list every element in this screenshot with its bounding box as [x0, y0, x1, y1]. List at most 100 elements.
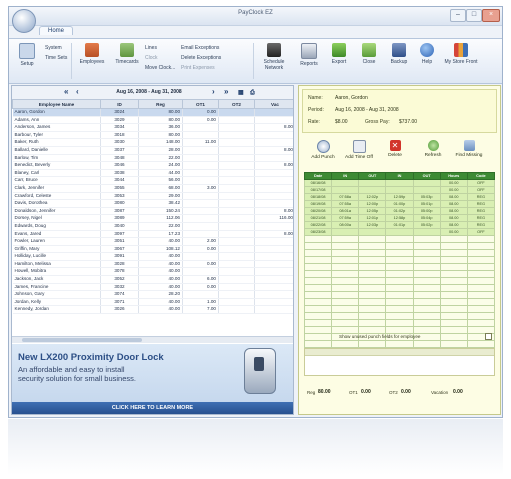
punch-cell[interactable] [358, 235, 387, 243]
punch-cell[interactable] [385, 179, 414, 187]
punch-cell[interactable] [303, 340, 333, 348]
backup-button[interactable]: Backup [385, 43, 413, 65]
punch-cell[interactable]: REG [466, 193, 496, 201]
punch-cell[interactable] [358, 298, 387, 306]
punch-cell[interactable] [439, 277, 468, 285]
punch-cell[interactable] [439, 235, 468, 243]
punch-cell[interactable]: 08/23/08 [303, 228, 333, 236]
column-header[interactable]: OT1 [182, 99, 219, 109]
show-unused-fields-checkbox[interactable] [485, 333, 492, 340]
punch-cell[interactable] [303, 319, 333, 327]
punch-cell[interactable]: 08.00 [439, 193, 468, 201]
punch-cell[interactable] [385, 340, 414, 348]
punch-cell[interactable] [385, 319, 414, 327]
punch-cell[interactable] [466, 340, 496, 348]
minimize-button[interactable]: – [450, 9, 466, 22]
punch-cell[interactable] [331, 235, 360, 243]
maximize-button[interactable]: □ [466, 9, 482, 22]
punch-cell[interactable] [412, 228, 441, 236]
punch-cell[interactable]: 08.00 [439, 207, 468, 215]
punch-cell[interactable] [303, 263, 333, 271]
punch-cell[interactable] [466, 263, 496, 271]
punch-cell[interactable] [303, 277, 333, 285]
punch-cell[interactable] [439, 340, 468, 348]
punch-row[interactable]: 08/23/08 00.00 OFF [303, 228, 496, 236]
punch-row[interactable]: 08/19/08 07:55a 12:00p 01:00p 05:01p 08.00 REG [303, 200, 496, 208]
punch-cell[interactable] [385, 277, 414, 285]
punch-cell[interactable] [358, 228, 387, 236]
punch-cell[interactable]: 08/16/08 [303, 179, 333, 187]
punch-cell[interactable] [385, 235, 414, 243]
punch-cell[interactable]: 07:55a [331, 200, 360, 208]
time-sets-button[interactable]: Time Sets [45, 55, 67, 61]
punch-cell[interactable] [331, 228, 360, 236]
table-row[interactable]: Clark, Jennifer 3055 68.00 3.00 [12, 184, 293, 193]
punch-cell[interactable] [358, 186, 387, 194]
punch-cell[interactable]: 07:58a [331, 193, 360, 201]
refresh-button[interactable]: Refresh [417, 140, 449, 158]
table-row[interactable]: Donaldson, Jennifer 3087 150.24 8.00 [12, 207, 293, 216]
punch-cell[interactable] [358, 270, 387, 278]
punch-cell[interactable] [466, 319, 496, 327]
punch-cell[interactable]: 08.00 [439, 214, 468, 222]
calendar-icon[interactable]: ▦ [238, 88, 244, 98]
punch-cell[interactable] [412, 340, 441, 348]
punch-cell[interactable] [303, 305, 333, 313]
punch-row[interactable] [303, 326, 496, 334]
punch-cell[interactable] [331, 312, 360, 320]
punch-row[interactable] [303, 340, 496, 348]
punch-cell[interactable] [331, 242, 360, 250]
punch-cell[interactable] [331, 263, 360, 271]
punch-cell[interactable] [358, 256, 387, 264]
punch-cell[interactable] [385, 291, 414, 299]
punch-cell[interactable] [439, 305, 468, 313]
table-row[interactable]: Dorsey, Nigel 3089 112.06 116.00 [12, 214, 293, 223]
punch-cell[interactable] [303, 291, 333, 299]
punch-cell[interactable] [466, 235, 496, 243]
punch-cell[interactable] [412, 186, 441, 194]
punch-cell[interactable] [358, 263, 387, 271]
add-time-off-button[interactable]: Add Time Off [343, 140, 375, 160]
punch-row[interactable] [303, 284, 496, 292]
horizontal-scrollbar[interactable] [12, 336, 293, 343]
punch-row[interactable]: 08/21/08 07:59a 12:01p 12:58p 05:04p 08.00 REG [303, 214, 496, 222]
punch-cell[interactable] [358, 305, 387, 313]
column-header[interactable]: Employee Name [12, 99, 101, 109]
table-row[interactable]: Aaron, Gordon 3024 80.00 0.00 [12, 108, 293, 117]
punch-cell[interactable] [358, 319, 387, 327]
punch-cell[interactable] [412, 277, 441, 285]
punch-cell[interactable]: 05:02p [412, 221, 441, 229]
delete-punch-button[interactable]: ✕ Delete [379, 140, 411, 158]
punch-cell[interactable] [439, 291, 468, 299]
punch-cell[interactable] [439, 242, 468, 250]
punch-cell[interactable] [385, 242, 414, 250]
next-period-button[interactable]: › [212, 87, 215, 97]
punch-cell[interactable] [439, 270, 468, 278]
punch-cell[interactable] [331, 319, 360, 327]
table-row[interactable]: Johnson, Gary 3074 28.20 [12, 290, 293, 299]
punch-cell[interactable] [358, 291, 387, 299]
punch-cell[interactable] [303, 249, 333, 257]
table-row[interactable]: Jordan, Kelly 3071 40.00 1.00 [12, 298, 293, 307]
email-exceptions-button[interactable]: Email Exceptions [181, 45, 219, 51]
punch-cell[interactable] [412, 291, 441, 299]
punch-cell[interactable] [331, 298, 360, 306]
punch-cell[interactable] [466, 305, 496, 313]
punch-cell[interactable] [439, 284, 468, 292]
scrollbar-thumb[interactable] [22, 338, 142, 342]
my-store-front-button[interactable]: My Store Front [443, 43, 479, 65]
punch-cell[interactable]: 08/18/08 [303, 193, 333, 201]
print-icon[interactable]: ⎙ [250, 88, 255, 98]
punch-cell[interactable] [439, 319, 468, 327]
punch-cell[interactable] [385, 298, 414, 306]
punch-row[interactable] [303, 298, 496, 306]
punch-cell[interactable]: REG [466, 214, 496, 222]
ad-banner[interactable]: New LX200 Proximity Door Lock An afforda… [12, 344, 293, 414]
punch-cell[interactable]: 12:03p [358, 221, 387, 229]
punch-row[interactable] [303, 256, 496, 264]
punch-cell[interactable] [358, 179, 387, 187]
punch-cell[interactable] [385, 284, 414, 292]
punch-cell[interactable] [412, 305, 441, 313]
table-row[interactable]: Davis, Dorothea 3080 38.42 [12, 199, 293, 208]
punch-cell[interactable] [412, 249, 441, 257]
